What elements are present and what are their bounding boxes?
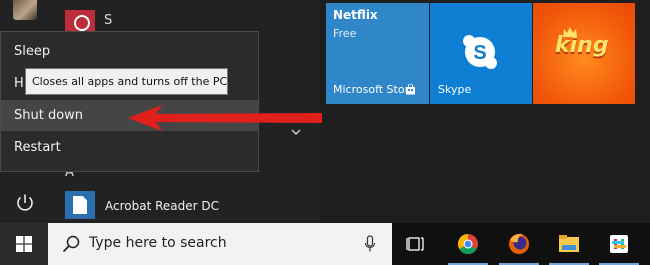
tile-king[interactable]: king xyxy=(533,3,635,104)
shut-down-tooltip: Closes all apps and turns off the PC. xyxy=(25,68,228,95)
tile-netflix-title: Netflix xyxy=(333,8,378,22)
task-view-button[interactable] xyxy=(394,223,438,265)
taskbar-file-explorer[interactable] xyxy=(547,223,591,265)
king-logo: king xyxy=(555,33,609,58)
skype-icon: S xyxy=(463,35,497,69)
tile-netflix[interactable]: Netflix Free Microsoft Store xyxy=(326,3,429,104)
slack-icon xyxy=(610,235,628,253)
tile-skype[interactable]: S Skype xyxy=(429,3,532,104)
menu-item-restart[interactable]: Restart xyxy=(1,132,258,163)
firefox-icon xyxy=(509,233,529,254)
list-item-acrobat-reader[interactable]: Acrobat Reader DC xyxy=(65,189,265,221)
store-bag-icon xyxy=(406,84,415,95)
search-icon xyxy=(62,235,80,253)
windows-logo-icon xyxy=(16,236,32,252)
start-button[interactable] xyxy=(0,223,48,265)
list-item-label: Acrobat Reader DC xyxy=(105,199,219,213)
power-options-menu: Sleep H Shut down Restart xyxy=(0,31,259,172)
avatar[interactable] xyxy=(13,0,37,20)
tile-store-label: Microsoft Store xyxy=(333,83,416,96)
menu-item-sleep[interactable]: Sleep xyxy=(1,36,258,67)
search-input[interactable]: Type here to search xyxy=(89,235,227,251)
taskbar-slack[interactable] xyxy=(597,223,641,265)
taskbar: Type here to search xyxy=(0,223,650,265)
power-icon[interactable] xyxy=(13,191,37,215)
taskbar-firefox[interactable] xyxy=(497,223,541,265)
tile-skype-label: Skype xyxy=(438,83,472,96)
desktop-screen: S A Acrobat Reader DC Sleep H Shut down … xyxy=(0,0,650,265)
microphone-icon[interactable] xyxy=(364,235,376,253)
file-explorer-icon xyxy=(559,235,579,252)
svg-text:S: S xyxy=(473,42,486,64)
acrobat-reader-icon xyxy=(65,191,95,219)
task-view-icon xyxy=(406,237,424,251)
red-arrow-annotation xyxy=(128,105,322,131)
taskbar-chrome[interactable] xyxy=(446,223,490,265)
search-box[interactable]: Type here to search xyxy=(48,223,392,265)
app-list-partial-label: S xyxy=(104,13,113,28)
chrome-icon xyxy=(457,233,478,255)
tile-netflix-subtitle: Free xyxy=(333,27,357,40)
